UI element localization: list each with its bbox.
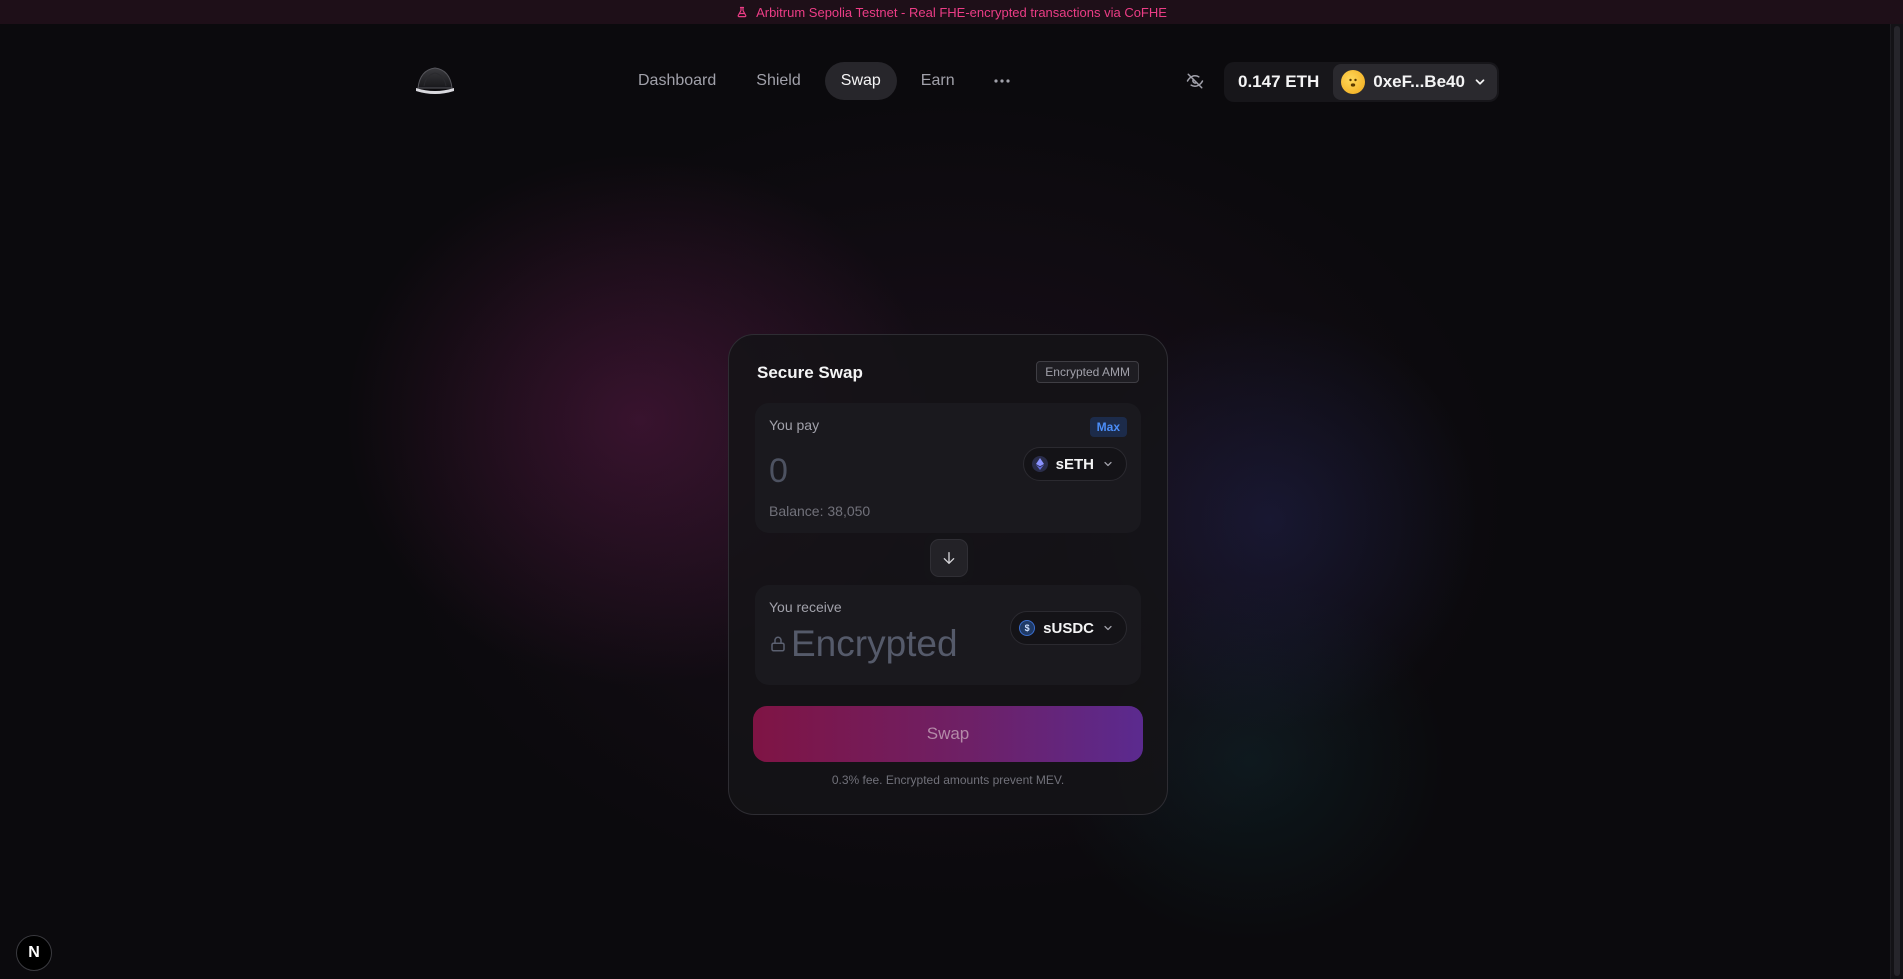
banner-text: Arbitrum Sepolia Testnet - Real FHE-encr… (756, 4, 1167, 20)
arrow-down-icon (943, 552, 955, 564)
nav-earn[interactable]: Earn (905, 62, 971, 100)
eye-off-icon (1186, 73, 1204, 89)
privacy-toggle-button[interactable] (1180, 66, 1210, 96)
pay-token-selector[interactable]: sETH (1022, 447, 1127, 481)
encrypted-amm-badge: Encrypted AMM (1036, 361, 1139, 383)
testnet-banner: Arbitrum Sepolia Testnet - Real FHE-encr… (0, 0, 1903, 24)
main-nav: Dashboard Shield Swap Earn (622, 62, 1025, 100)
account-address: 0xeF...Be40 (1373, 72, 1465, 91)
eth-token-icon (1031, 456, 1048, 472)
avatar (1341, 70, 1366, 94)
more-horizontal-icon (993, 79, 1010, 83)
fee-note: 0.3% fee. Encrypted amounts prevent MEV. (831, 773, 1065, 787)
app-logo[interactable] (414, 62, 456, 96)
scrollbar-thumb[interactable] (1894, 26, 1900, 976)
pay-balance: Balance: 38,050 (769, 503, 871, 519)
swap-title: Secure Swap (757, 363, 863, 382)
chevron-down-icon (1104, 625, 1112, 631)
nav-dashboard[interactable]: Dashboard (622, 62, 732, 100)
eth-balance: 0.147 ETH (1238, 72, 1320, 91)
receive-panel: You receive Encrypted $ sUSDC (755, 585, 1141, 685)
chevron-down-icon (1475, 79, 1485, 85)
chevron-down-icon (1104, 461, 1112, 467)
usdc-token-icon: $ (1019, 620, 1036, 636)
nav-more-button[interactable] (979, 62, 1025, 100)
pay-token-symbol: sETH (1055, 455, 1094, 473)
nav-swap[interactable]: Swap (824, 62, 897, 100)
scrollbar[interactable] (1890, 24, 1903, 979)
pay-label: You pay (769, 417, 820, 433)
lock-icon (771, 636, 785, 652)
emoji-avatar-icon (1349, 78, 1357, 87)
flip-direction-button[interactable] (930, 539, 968, 577)
dev-badge-letter: N (28, 944, 40, 961)
pay-panel: You pay Max sETH Balance: 38,050 (755, 403, 1141, 533)
max-button[interactable]: Max (1089, 417, 1127, 437)
wallet-widget: 0.147 ETH 0xeF...Be40 (1224, 62, 1499, 102)
swap-card: Secure Swap Encrypted AMM You pay Max sE… (728, 334, 1168, 815)
receive-label: You receive (769, 599, 842, 615)
flask-icon (737, 6, 747, 18)
dev-tools-badge[interactable]: N (16, 935, 52, 971)
pay-amount-input[interactable] (769, 449, 969, 493)
receive-token-symbol: sUSDC (1043, 619, 1094, 637)
flip-container (924, 533, 974, 583)
nav-shield[interactable]: Shield (740, 62, 816, 100)
swap-button[interactable]: Swap (753, 706, 1143, 762)
account-button[interactable]: 0xeF...Be40 (1333, 64, 1497, 100)
shell-logo-icon (416, 67, 454, 94)
receive-amount-encrypted: Encrypted (791, 623, 958, 664)
receive-token-selector[interactable]: $ sUSDC (1010, 611, 1127, 645)
